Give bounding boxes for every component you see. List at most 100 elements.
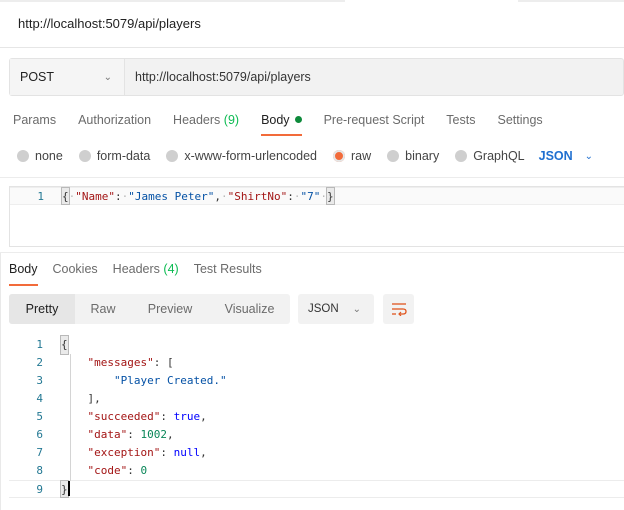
radio-circle-icon [387,150,400,162]
tab-params[interactable]: Params [13,113,56,127]
radio-graphql[interactable]: GraphQL [455,149,525,163]
brace-open: { [61,187,70,205]
request-tabs: Params Authorization Headers (9) Body Pr… [13,113,565,136]
tab-label: Settings [497,113,543,127]
request-body-editor[interactable]: 1{· "Name": · "James Peter", · "ShirtNo": · "7"… [9,186,624,247]
tab-label: Tests [446,113,476,127]
radio-circle-icon [17,150,29,162]
brace-close: } [60,480,69,498]
response-tab-cookies[interactable]: Cookies [53,262,98,276]
request-title: http://localhost:5079/api/players [18,16,201,31]
code-line: 2 "messages": [ [9,354,624,372]
view-visualize[interactable]: Visualize [209,294,290,324]
tab-authorization[interactable]: Authorization [78,113,151,127]
headers-count: (4) [163,262,179,276]
response-tab-body[interactable]: Body [9,262,38,286]
line-number: 6 [36,428,43,441]
code-line: 8 "code": 0 [9,462,624,480]
line-number: 3 [36,374,43,387]
tab-label: Test Results [193,262,262,276]
window-top-edge [0,0,624,3]
radio-label: x-www-form-urlencoded [184,149,317,163]
url-bar: POST ⌄ http://localhost:5079/api/players [9,58,624,96]
line-number: 4 [36,392,43,405]
view-pretty[interactable]: Pretty [9,294,75,324]
tab-pre-request-script[interactable]: Pre-request Script [324,113,425,127]
chevron-down-icon: ⌄ [584,150,594,162]
tab-label: Authorization [78,113,152,127]
radio-binary[interactable]: binary [387,149,439,163]
method-select[interactable]: POST ⌄ [10,59,125,95]
json-key: "data" [87,428,128,441]
code-line: 9} [9,480,624,498]
code-line: 3 "Player Created." [9,372,624,390]
language-label: JSON [538,149,573,163]
radio-raw[interactable]: raw [333,149,371,163]
line-number: 5 [36,410,43,423]
radio-x-www-form-urlencoded[interactable]: x-www-form-urlencoded [166,149,317,163]
json-null: null [173,446,201,459]
radio-form-data[interactable]: form-data [78,149,151,163]
wrap-lines-button[interactable] [383,294,414,324]
divider [0,47,624,48]
headers-count: (9) [223,113,240,127]
response-format-select[interactable]: JSON ⌄ [298,294,374,324]
line-number: 2 [36,356,43,369]
tab-body[interactable]: Body [261,113,302,136]
json-key: "ShirtNo" [227,190,288,203]
response-tab-test-results[interactable]: Test Results [194,262,262,276]
tab-label: Body [261,113,290,127]
response-tabs: Body Cookies Headers (4) Test Results [9,262,277,286]
view-preview[interactable]: Preview [131,294,209,324]
view-raw[interactable]: Raw [75,294,131,324]
tab-tests[interactable]: Tests [446,113,475,127]
response-body-viewer[interactable]: 1{ 2 "messages": [ 3 "Player Created." 4… [9,335,624,498]
tab-label: Cookies [52,262,98,276]
url-input[interactable]: http://localhost:5079/api/players [125,59,623,95]
bracket-open: [ [166,356,174,369]
json-string: "James Peter" [128,190,215,203]
json-boolean: true [173,410,201,423]
tab-label: Params [13,113,57,127]
json-number: 0 [140,464,148,477]
line-number: 7 [36,446,43,459]
code-line: 4 ], [9,390,624,408]
divider [0,177,624,178]
radio-circle-icon [455,150,468,162]
code-line: 1{· "Name": · "James Peter", · "ShirtNo": · "7"… [10,187,624,205]
radio-selected-icon [333,150,345,162]
method-label: POST [20,70,55,84]
tab-headers[interactable]: Headers (9) [173,113,239,127]
body-type-options: none form-data x-www-form-urlencoded raw… [17,149,593,163]
body-language-select[interactable]: JSON ⌄ [539,149,593,163]
radio-label: form-data [96,149,151,163]
radio-none[interactable]: none [17,149,63,163]
tab-settings[interactable]: Settings [497,113,542,127]
line-number: 1 [37,190,44,203]
view-mode-segmented: Pretty Raw Preview Visualize [9,294,290,324]
chevron-down-icon: ⌄ [103,71,112,83]
json-key: "succeeded" [87,410,161,423]
json-key: "code" [87,464,128,477]
line-number: 1 [36,338,43,351]
radio-circle-icon [78,150,91,162]
radio-label: none [35,149,63,163]
code-line: 6 "data": 1002, [9,426,624,444]
json-key: "messages" [87,356,154,369]
json-string: "Player Created." [113,374,227,387]
tab-label: Headers [173,113,221,127]
json-string: "7" [300,190,321,203]
response-tab-headers[interactable]: Headers (4) [113,262,179,276]
radio-label: GraphQL [473,149,525,163]
code-line: 7 "exception": null, [9,444,624,462]
wrap-lines-icon [391,303,407,316]
indent-guide [70,354,71,481]
line-number: 9 [36,483,43,496]
brace-close: } [326,187,335,205]
json-key: "Name" [75,190,115,203]
radio-label: raw [351,149,372,163]
tab-label: Body [9,262,38,276]
panel-edge [0,253,1,510]
json-key: "exception" [87,446,161,459]
divider [0,252,624,253]
